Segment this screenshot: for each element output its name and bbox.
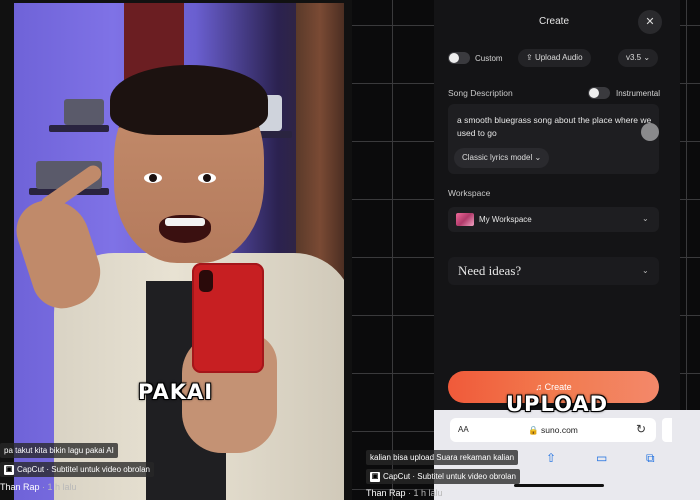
video-caption: UPLOAD — [506, 392, 609, 416]
capcut-text: CapCut · Subtitel untuk video obrolan — [383, 472, 516, 481]
workspace-thumbnail — [456, 213, 474, 226]
video-caption: PAKAI — [138, 380, 214, 404]
share-icon[interactable]: ⇧ — [546, 451, 556, 465]
capcut-chip[interactable]: ▣ CapCut · Subtitel untuk video obrolan — [366, 469, 520, 484]
person-mouth — [159, 215, 211, 243]
need-ideas-expander[interactable]: Need ideas? ⌄ — [448, 257, 659, 285]
tabs-icon[interactable]: ⧉ — [646, 451, 655, 466]
chevron-down-icon: ⌄ — [642, 266, 649, 275]
custom-toggle[interactable] — [448, 52, 470, 64]
shelf-figure — [64, 99, 104, 125]
capcut-text: CapCut · Subtitel untuk video obrolan — [17, 465, 150, 474]
lyrics-model-label: Classic lyrics model — [462, 153, 533, 162]
screen: PAKAI pa takut kita bikin lagu pakai AI … — [0, 0, 700, 500]
shelf — [49, 125, 109, 132]
workspace-select[interactable]: My Workspace ⌄ — [448, 207, 659, 232]
author-line[interactable]: Than Rap · 1 h lalu — [0, 482, 77, 492]
workspace-label: Workspace — [448, 188, 491, 198]
upload-icon: ⇪ — [526, 53, 533, 62]
close-button[interactable]: ✕ — [638, 10, 662, 34]
author-name: Than Rap — [0, 482, 40, 492]
upload-audio-button[interactable]: ⇪ Upload Audio — [518, 49, 591, 67]
music-note-icon: ♫ — [535, 382, 543, 392]
chevron-down-icon: ⌄ — [534, 153, 542, 162]
person-hair — [110, 65, 268, 135]
post-time: · 1 h lalu — [408, 488, 443, 498]
author-line[interactable]: Than Rap · 1 h lalu — [366, 488, 443, 498]
capcut-icon: ▣ — [4, 464, 14, 475]
version-label: v3.5 — [626, 53, 642, 62]
red-phone — [192, 263, 264, 373]
capcut-icon: ▣ — [370, 471, 380, 482]
chevron-down-icon: ⌄ — [643, 53, 651, 62]
record-dot-icon[interactable] — [641, 123, 659, 141]
url-text: 🔒 suno.com — [528, 425, 578, 435]
custom-label: Custom — [475, 54, 503, 63]
reload-icon[interactable]: ↻ — [636, 422, 646, 436]
next-tab-preview[interactable] — [662, 418, 672, 442]
bookmarks-icon[interactable]: ▭ — [596, 451, 607, 465]
song-description-label: Song Description — [448, 88, 513, 98]
workspace-value: My Workspace — [479, 215, 532, 224]
song-description-input[interactable]: a smooth bluegrass song about the place … — [448, 104, 659, 174]
instrumental-label: Instrumental — [616, 89, 661, 98]
left-video-panel[interactable]: PAKAI pa takut kita bikin lagu pakai AI … — [0, 0, 352, 500]
left-video-frame — [14, 3, 344, 500]
right-video-panel[interactable]: Create ✕ Custom ⇪ Upload Audio v3.5 ⌄ So… — [352, 0, 700, 500]
phone-camera — [199, 270, 213, 292]
chevron-down-icon: ⌄ — [642, 214, 649, 223]
person-eye — [198, 173, 216, 183]
instrumental-toggle[interactable] — [588, 87, 610, 99]
home-indicator — [514, 484, 604, 487]
capcut-chip[interactable]: ▣ CapCut · Subtitel untuk video obrolan — [0, 462, 154, 477]
lyrics-model-select[interactable]: Classic lyrics model ⌄ — [454, 148, 550, 168]
post-time: · 1 h lalu — [42, 482, 77, 492]
overlay-text: pa takut kita bikin lagu pakai AI — [0, 443, 118, 458]
url-bar[interactable]: AA 🔒 suno.com ↻ — [450, 418, 656, 442]
description-text: a smooth bluegrass song about the place … — [457, 115, 652, 138]
version-select[interactable]: v3.5 ⌄ — [618, 49, 659, 67]
need-ideas-label: Need ideas? — [458, 263, 522, 278]
create-label: Create — [544, 382, 572, 392]
upload-audio-label: Upload Audio — [534, 53, 583, 62]
author-name: Than Rap — [366, 488, 406, 498]
person-eye — [144, 173, 162, 183]
overlay-text: kalian bisa upload Suara rekaman kalian — [366, 450, 519, 465]
